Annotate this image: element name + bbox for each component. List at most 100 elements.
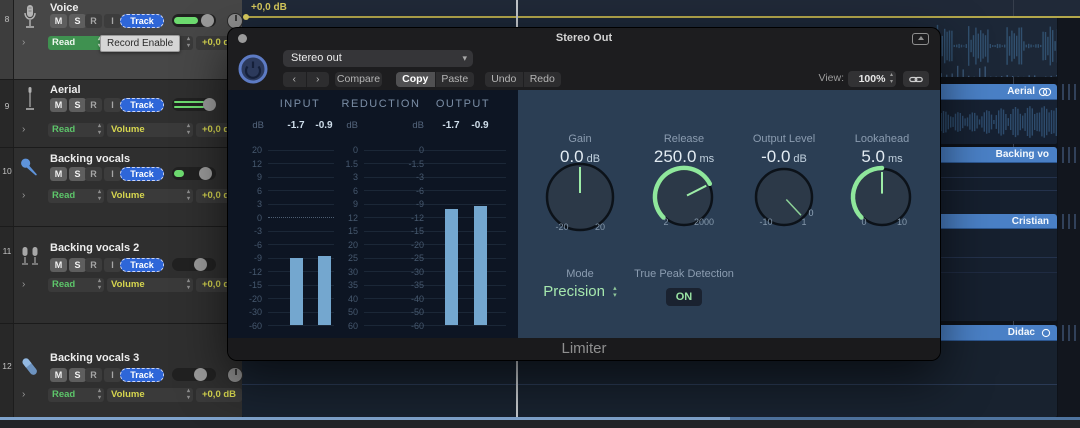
track-name: Backing vocals 3 xyxy=(50,352,139,364)
power-button[interactable] xyxy=(238,54,268,84)
volume-slider[interactable] xyxy=(172,167,216,180)
input-monitor-button[interactable]: I xyxy=(104,167,121,181)
track-row[interactable]: Aerial M S R I Track › Read▴▾ Volume▴▾ +… xyxy=(14,79,242,147)
automation-param-select[interactable]: Volume▴▾ xyxy=(107,278,193,292)
meter-tick-label: 35 xyxy=(324,280,358,290)
meter-tick-label: 1.5 xyxy=(324,159,358,169)
track-on-button[interactable]: Track xyxy=(120,14,164,28)
redo-button[interactable]: Redo xyxy=(523,72,562,87)
automation-param-select[interactable]: Volume▴▾ xyxy=(107,189,193,203)
track-number: 9 xyxy=(0,101,14,111)
volume-slider[interactable] xyxy=(172,98,216,111)
solo-button[interactable]: S xyxy=(69,167,86,181)
input-monitor-button[interactable]: I xyxy=(104,98,121,112)
meter-grid-line xyxy=(430,298,506,299)
copy-button[interactable]: Copy xyxy=(396,72,435,87)
mute-button[interactable]: M xyxy=(50,98,67,112)
meter-tick-label: -40 xyxy=(390,294,424,304)
disclosure-chevron[interactable]: › xyxy=(22,190,25,201)
meter-tick-label: -6 xyxy=(390,186,424,196)
automation-param-select[interactable]: Volume▴▾ xyxy=(107,123,193,137)
meter-grid-line xyxy=(430,177,506,178)
track-on-button[interactable]: Track xyxy=(120,258,164,272)
meter-tick-label: 0 xyxy=(324,145,358,155)
undo-redo-group: Undo Redo xyxy=(485,72,561,87)
disclosure-chevron[interactable]: › xyxy=(22,279,25,290)
prev-preset-button[interactable]: ‹ xyxy=(283,72,306,87)
meter-grid-line xyxy=(430,231,506,232)
view-zoom-stepper[interactable]: 100% ▴▾ xyxy=(848,71,896,87)
meter-tick-label: -25 xyxy=(390,253,424,263)
gutter xyxy=(1058,18,1080,417)
track-row[interactable]: Backing vocals 3 M S R I Track › Read▴▾ … xyxy=(14,323,242,419)
track-row[interactable]: Backing vocals M S R I Track › Read▴▾ Vo… xyxy=(14,147,242,226)
pan-knob[interactable] xyxy=(227,367,243,383)
track-row[interactable]: Backing vocals 2 M S R I Track › Read▴▾ … xyxy=(14,226,242,323)
meter-tick-label: 9 xyxy=(324,199,358,209)
mode-value: Precision xyxy=(543,283,605,300)
paste-button[interactable]: Paste xyxy=(435,72,475,87)
mute-button[interactable]: M xyxy=(50,368,67,382)
knob-scale-mark: 0 xyxy=(802,208,820,218)
mute-button[interactable]: M xyxy=(50,258,67,272)
undo-button[interactable]: Undo xyxy=(485,72,523,87)
meter-tick-label: 6 xyxy=(324,186,358,196)
track-on-button[interactable]: Track xyxy=(120,368,164,382)
meter-tick-label: 12 xyxy=(228,159,262,169)
record-enable-button[interactable]: R xyxy=(85,167,102,181)
meter-tick-label: -15 xyxy=(390,226,424,236)
next-preset-button[interactable]: › xyxy=(306,72,330,87)
automation-mode-select[interactable]: Read▴▾ xyxy=(48,278,104,292)
capsule-mic-icon xyxy=(18,354,42,380)
track-number: 10 xyxy=(0,166,14,176)
input-monitor-button[interactable]: I xyxy=(104,14,121,28)
automation-mode-select[interactable]: Read▴▾ xyxy=(48,123,104,137)
volume-slider[interactable] xyxy=(172,368,216,381)
meter-tick-label: -50 xyxy=(390,307,424,317)
preset-dropdown[interactable]: Stereo out ▾ xyxy=(283,50,473,67)
automation-line[interactable] xyxy=(244,16,1080,18)
volume-slider[interactable] xyxy=(172,258,216,271)
true-peak-toggle[interactable]: ON xyxy=(666,288,702,306)
record-enable-button[interactable]: R xyxy=(85,368,102,382)
solo-button[interactable]: S xyxy=(69,14,86,28)
handheld-mic-icon xyxy=(18,155,42,181)
automation-mode-select[interactable]: Read▴▾ xyxy=(48,189,104,203)
knob-min-label: 2 xyxy=(651,217,681,227)
compare-button[interactable]: Compare xyxy=(335,72,382,87)
record-enable-button[interactable]: R xyxy=(85,14,102,28)
record-enable-button[interactable]: R xyxy=(85,98,102,112)
mute-button[interactable]: M xyxy=(50,167,67,181)
automation-mode-select[interactable]: Read▴▾ xyxy=(48,36,104,50)
input-monitor-button[interactable]: I xyxy=(104,368,121,382)
solo-button[interactable]: S xyxy=(69,258,86,272)
mode-dropdown[interactable]: Precision ▴▾ xyxy=(508,283,652,300)
automation-param-select[interactable]: Volume▴▾ xyxy=(107,388,193,402)
track-on-button[interactable]: Track xyxy=(120,167,164,181)
record-enable-button[interactable]: R xyxy=(85,258,102,272)
meter-grid-line xyxy=(430,150,506,151)
solo-button[interactable]: S xyxy=(69,368,86,382)
lookahead-knob[interactable]: Lookahead5.0ms010 xyxy=(830,130,934,300)
stand-mic-icon xyxy=(18,86,42,112)
solo-button[interactable]: S xyxy=(69,98,86,112)
link-button[interactable] xyxy=(903,71,929,87)
meter-tick-label: 50 xyxy=(324,307,358,317)
plugin-window-title: Stereo Out xyxy=(228,28,940,48)
volume-slider[interactable] xyxy=(172,14,216,27)
track-name: Aerial xyxy=(50,84,81,96)
knob-max-label: 1 xyxy=(789,217,819,227)
popout-icon[interactable] xyxy=(912,33,929,45)
mute-button[interactable]: M xyxy=(50,14,67,28)
knob-label: Output Level xyxy=(732,133,836,145)
automation-mode-select[interactable]: Read▴▾ xyxy=(48,388,104,402)
input-monitor-button[interactable]: I xyxy=(104,258,121,272)
automation-point[interactable] xyxy=(243,14,249,20)
disclosure-chevron[interactable]: › xyxy=(22,389,25,400)
pan-knob[interactable] xyxy=(227,13,243,29)
track-on-button[interactable]: Track xyxy=(120,98,164,112)
disclosure-chevron[interactable]: › xyxy=(22,124,25,135)
meter-tick-label: -9 xyxy=(228,253,262,263)
meter-level-bar xyxy=(445,209,458,325)
disclosure-chevron[interactable]: › xyxy=(22,37,25,48)
